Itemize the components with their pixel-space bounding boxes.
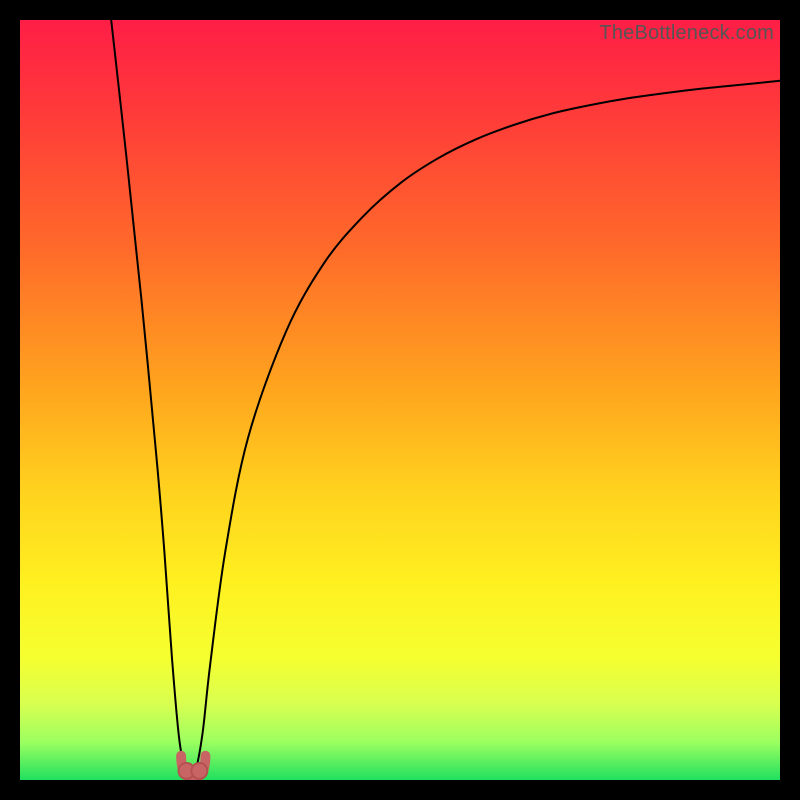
bottleneck-curve [20, 20, 780, 780]
plot-area: TheBottleneck.com [20, 20, 780, 780]
curve-marker [191, 763, 207, 779]
chart-frame: TheBottleneck.com [0, 0, 800, 800]
